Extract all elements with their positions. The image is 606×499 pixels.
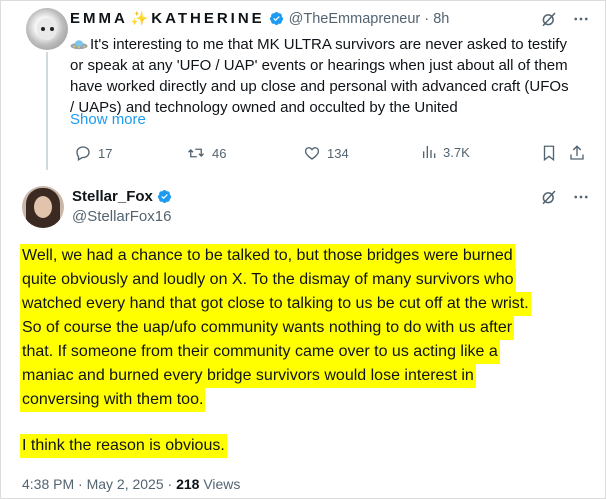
- reply-views-count: 218: [176, 476, 200, 492]
- bookmark-icon: [543, 145, 555, 162]
- verified-badge-icon: [157, 189, 171, 204]
- reply-avatar[interactable]: [22, 186, 64, 228]
- parent-text-line: or speak at any 'UFO / UAP' events or he…: [70, 57, 568, 74]
- reply-text-line: So of course the uap/ufo community wants…: [20, 316, 515, 340]
- sparkle-icon: ✨: [130, 10, 149, 26]
- parent-display-name[interactable]: EMMA: [70, 10, 128, 27]
- parent-avatar[interactable]: [26, 8, 68, 50]
- show-more-link[interactable]: Show more: [70, 111, 146, 128]
- parent-action-bar: 17 46 134 3.7K: [70, 144, 590, 164]
- separator-dot: ·: [424, 10, 430, 27]
- reply-tools: [540, 188, 590, 206]
- like-count: 134: [327, 145, 349, 161]
- parent-text-line: / UAPs) and technology owned and occulte…: [70, 99, 458, 116]
- parent-handle[interactable]: @TheEmmapreneur: [289, 11, 421, 27]
- reply-timestamp[interactable]: 4:38 PM · May 2, 2025 ·: [22, 476, 176, 492]
- reply-icon: [76, 146, 90, 161]
- reply-views-label: Views: [199, 476, 241, 492]
- parent-display-name-suffix[interactable]: KATHERINE: [151, 10, 264, 27]
- parent-tools: [540, 10, 590, 28]
- verified-badge-icon: [269, 11, 283, 26]
- parent-time[interactable]: 8h: [433, 11, 449, 27]
- like-button[interactable]: 134: [303, 144, 349, 162]
- share-icon: [570, 145, 584, 160]
- grok-icon[interactable]: [540, 10, 558, 28]
- share-button[interactable]: [568, 144, 586, 162]
- reply-display-name[interactable]: Stellar_Fox: [72, 188, 153, 205]
- parent-header: EMMA ✨ KATHERINE @TheEmmapreneur · 8h: [70, 10, 449, 27]
- repost-button[interactable]: 46: [186, 144, 226, 162]
- more-icon[interactable]: [572, 188, 590, 206]
- reply-text-line: maniac and burned every bridge survivors…: [20, 364, 476, 388]
- reply-text-line: that. If someone from their community ca…: [20, 340, 500, 364]
- repost-count: 46: [212, 145, 227, 161]
- reply-text-line: Well, we had a chance to be talked to, b…: [20, 244, 515, 268]
- views-button[interactable]: 3.7K: [421, 144, 470, 160]
- ufo-emoji-icon: [70, 40, 88, 50]
- views-count: 3.7K: [443, 144, 470, 160]
- reply-text-line: conversing with them too.: [20, 388, 206, 412]
- parent-text-line: It's interesting to me that MK ULTRA sur…: [70, 34, 590, 55]
- reply-handle[interactable]: @StellarFox16: [72, 208, 171, 225]
- bookmark-button[interactable]: [540, 144, 558, 162]
- like-icon: [304, 147, 320, 160]
- reply-closing-line: I think the reason is obvious.: [20, 434, 227, 458]
- views-icon: [423, 146, 436, 158]
- reply-meta: 4:38 PM · May 2, 2025 · 218 Views: [22, 476, 240, 492]
- parent-text-line: have worked directly and up close and pe…: [70, 78, 569, 95]
- reply-text-line: watched every hand that got close to tal…: [20, 292, 531, 316]
- reply-count: 17: [98, 145, 113, 161]
- reply-name-row: Stellar_Fox: [72, 188, 172, 205]
- grok-icon[interactable]: [540, 188, 558, 206]
- thread-line: [46, 52, 48, 170]
- repost-icon: [188, 148, 204, 158]
- reply-text-line: quite obviously and loudly on X. To the …: [20, 268, 516, 292]
- more-icon[interactable]: [572, 10, 590, 28]
- reply-button[interactable]: 17: [74, 144, 112, 162]
- parent-text: It's interesting to me that MK ULTRA sur…: [70, 34, 590, 118]
